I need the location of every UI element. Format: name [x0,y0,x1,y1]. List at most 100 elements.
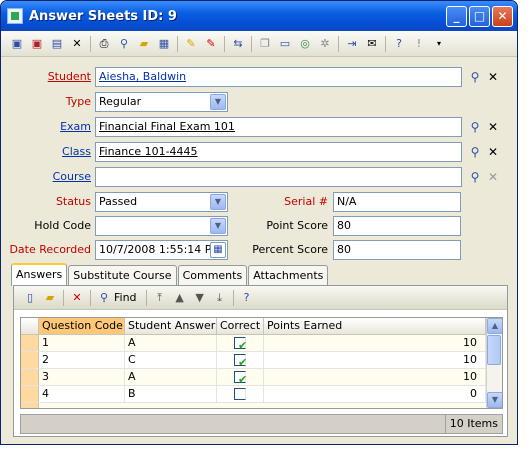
class-lookup-icon[interactable]: ⚲ [467,144,483,160]
serial-field[interactable]: N/A [333,192,461,212]
save-close-icon[interactable]: ▤ [49,36,65,52]
correct-checkbox[interactable]: ✔ [234,337,247,352]
exam-label[interactable]: Exam [11,117,91,137]
question-code-cell[interactable]: 3 [39,369,125,385]
info-icon[interactable]: ! [411,36,427,52]
print-icon[interactable]: ⎙ [96,36,112,52]
help-icon[interactable]: ? [239,290,255,306]
question-code-cell[interactable]: 1 [39,335,125,351]
correct-cell[interactable]: ✔ [217,369,264,386]
date-recorded-field[interactable]: 10/7/2008 1:55:14 PM ▦ [95,240,228,260]
type-select[interactable]: Regular ▼ [95,92,228,112]
student-label[interactable]: Student [11,67,91,87]
chevron-down-icon[interactable]: ▼ [210,194,226,210]
column-header-correct[interactable]: Correct [217,318,264,334]
correct-cell[interactable] [217,386,264,402]
new-record-icon[interactable]: ▯ [22,290,38,306]
exam-lookup-icon[interactable]: ⚲ [467,119,483,135]
window-icon[interactable]: ▭ [277,36,293,52]
toolbar-overflow-icon[interactable]: ▾ [431,36,447,52]
tab-attachments[interactable]: Attachments [248,265,329,286]
course-lookup-icon[interactable]: ⚲ [467,169,483,185]
tab-substitute-course[interactable]: Substitute Course [68,265,177,286]
table-row[interactable]: 4 B 0 [21,386,502,403]
move-down-icon[interactable]: ▼ [192,290,208,306]
delete-icon[interactable]: ✕ [69,36,85,52]
tab-comments[interactable]: Comments [177,265,248,286]
column-header-question-code[interactable]: Question Code [39,318,125,334]
points-earned-cell[interactable]: 10 [264,335,486,351]
help-icon[interactable]: ? [391,36,407,52]
course-field[interactable] [95,167,462,187]
find-button-label[interactable]: Find [114,291,137,304]
scroll-up-icon[interactable]: ▲ [487,318,502,334]
correct-cell[interactable]: ✔ [217,352,264,369]
calendar-icon[interactable]: ▦ [210,242,226,258]
tab-answers[interactable]: Answers [11,263,68,286]
title-bar[interactable]: Answer Sheets ID: 9 _ □ ✕ [1,1,517,31]
correct-checkbox[interactable]: ✔ [234,371,247,386]
notes-icon[interactable]: ✉ [364,36,380,52]
correct-cell[interactable]: ✔ [217,335,264,352]
save-new-icon[interactable]: ▣ [29,36,45,52]
find-icon[interactable]: ⚲ [96,290,112,306]
scroll-down-icon[interactable]: ▼ [487,392,502,408]
row-header[interactable] [21,335,39,351]
maximize-button[interactable]: □ [469,5,490,27]
move-first-icon[interactable]: ⤒ [152,290,168,306]
minimize-button[interactable]: _ [446,5,467,27]
globe-icon[interactable]: ◎ [297,36,313,52]
points-earned-cell[interactable]: 10 [264,369,486,385]
scroll-thumb[interactable] [487,335,501,365]
student-clear-icon[interactable]: ✕ [485,69,501,85]
question-code-cell[interactable]: 2 [39,352,125,368]
correct-checkbox[interactable] [234,388,246,400]
save-icon[interactable]: ▣ [9,36,25,52]
row-header[interactable] [21,369,39,385]
open-folder-icon[interactable]: ▰ [42,290,58,306]
hold-code-select[interactable]: ▼ [95,216,228,236]
exam-clear-icon[interactable]: ✕ [485,119,501,135]
row-header[interactable] [21,352,39,368]
gear-icon[interactable]: ✲ [317,36,333,52]
move-up-icon[interactable]: ▲ [172,290,188,306]
status-select[interactable]: Passed ▼ [95,192,228,212]
table-row[interactable]: 3 A ✔ 10 [21,369,502,386]
student-answer-cell[interactable]: B [125,386,217,402]
column-header-points-earned[interactable]: Points Earned [264,318,486,334]
course-label[interactable]: Course [11,167,91,187]
question-code-cell[interactable]: 4 [39,386,125,402]
points-earned-cell[interactable]: 0 [264,386,486,402]
class-field[interactable]: Finance 101-4445 [95,142,462,162]
student-field[interactable]: Aiesha, Baldwin [95,67,462,87]
edit-delete-icon[interactable]: ✎ [203,36,219,52]
row-header[interactable] [21,386,39,402]
student-answer-cell[interactable]: A [125,335,217,351]
table-row[interactable]: 2 C ✔ 10 [21,352,502,369]
delete-icon[interactable]: ✕ [69,290,85,306]
chevron-down-icon[interactable]: ▼ [210,218,226,234]
percent-score-field[interactable]: 80 [333,240,461,260]
student-lookup-icon[interactable]: ⚲ [467,69,483,85]
table-row[interactable] [21,403,502,408]
grid-scrollbar[interactable]: ▲ ▼ [486,318,502,408]
exam-field[interactable]: Financial Final Exam 101 [95,117,462,137]
row-header[interactable] [21,403,39,408]
link-icon[interactable]: ⇆ [230,36,246,52]
table-row[interactable]: 1 A ✔ 10 [21,335,502,352]
point-score-field[interactable]: 80 [333,216,461,236]
chevron-down-icon[interactable]: ▼ [210,94,226,110]
select-all-corner[interactable] [21,318,39,334]
open-folder-icon[interactable]: ▰ [136,36,152,52]
course-clear-icon[interactable]: ✕ [485,169,501,185]
move-last-icon[interactable]: ⤓ [212,290,228,306]
points-earned-cell[interactable]: 10 [264,352,486,368]
copy-icon[interactable]: ❐ [257,36,273,52]
report-icon[interactable]: ▦ [156,36,172,52]
correct-checkbox[interactable]: ✔ [234,354,247,369]
class-clear-icon[interactable]: ✕ [485,144,501,160]
close-button[interactable]: ✕ [492,5,513,27]
column-header-student-answer[interactable]: Student Answer [125,318,217,334]
find-icon[interactable]: ⚲ [116,36,132,52]
import-icon[interactable]: ⇥ [344,36,360,52]
